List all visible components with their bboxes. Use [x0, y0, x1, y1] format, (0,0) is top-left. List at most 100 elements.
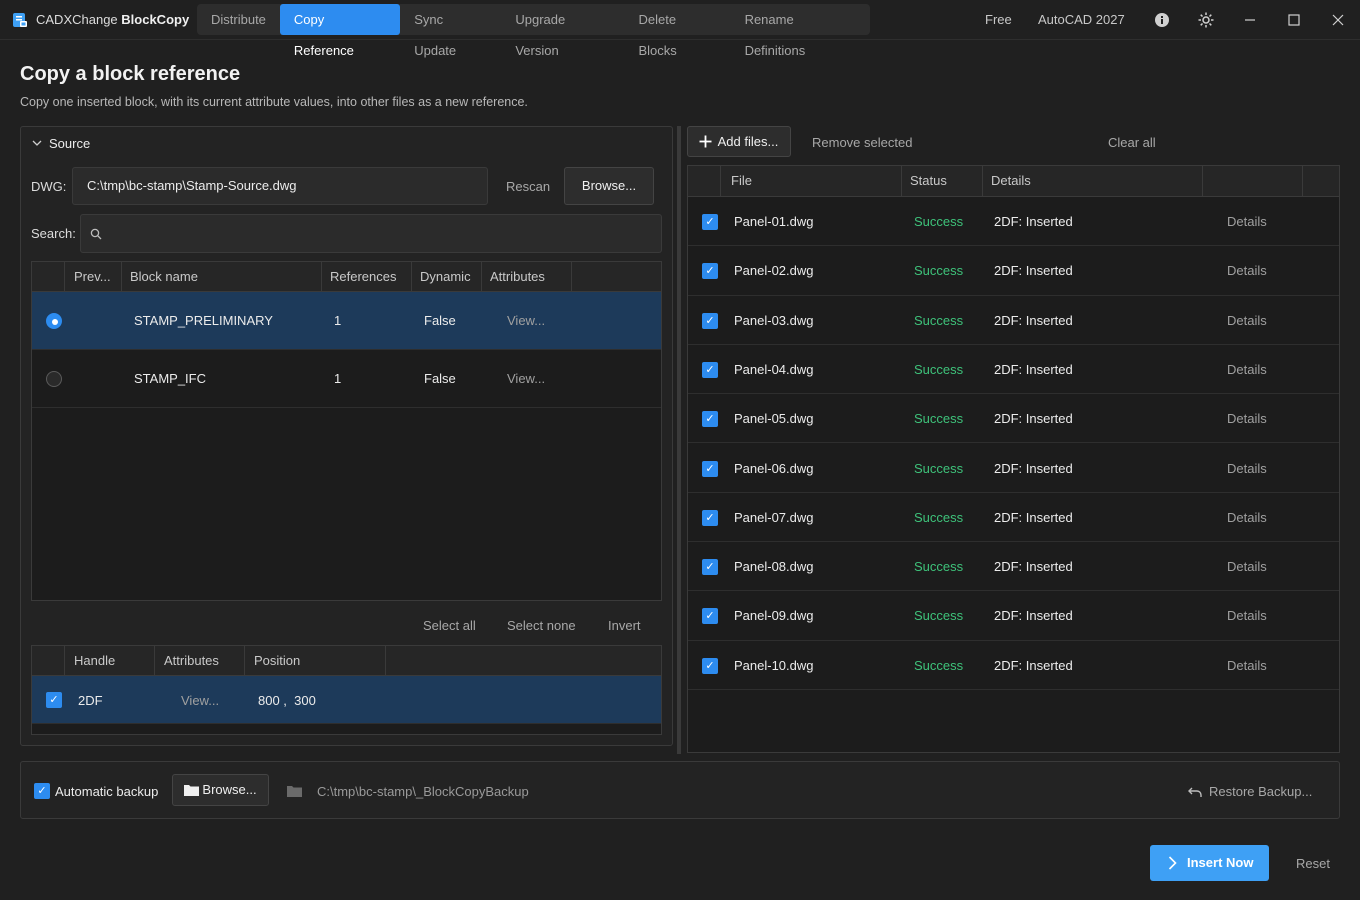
tab-distribute[interactable]: Distribute — [197, 4, 280, 35]
file-checkbox[interactable]: ✓ — [702, 608, 718, 625]
file-name: Panel-08.dwg — [734, 559, 814, 575]
block-attributes-link[interactable]: View... — [507, 313, 545, 328]
file-checkbox[interactable]: ✓ — [702, 460, 718, 477]
file-status: Success — [914, 608, 964, 624]
file-row[interactable]: ✓ Panel-05.dwg Success 2DF: Inserted Details — [688, 394, 1339, 444]
file-details-link[interactable]: Details — [1227, 313, 1267, 328]
file-details-link[interactable]: Details — [1227, 362, 1267, 377]
source-browse-button[interactable]: Browse... — [564, 167, 654, 205]
file-checkbox[interactable]: ✓ — [702, 263, 718, 280]
file-row[interactable]: ✓ Panel-03.dwg Success 2DF: Inserted Details — [688, 296, 1339, 345]
col-position[interactable]: Position — [254, 646, 300, 676]
block-row[interactable]: STAMP_IFC 1 False View... — [32, 350, 661, 408]
reference-checkbox[interactable]: ✓ — [46, 692, 62, 708]
col-details[interactable]: Details — [991, 166, 1031, 196]
dwg-path-field[interactable]: C:\tmp\bc-stamp\Stamp-Source.dwg — [72, 167, 488, 205]
file-checkbox[interactable]: ✓ — [702, 657, 718, 674]
tab-rename-definitions[interactable]: Rename Definitions — [731, 4, 870, 58]
maximize-icon[interactable] — [1284, 10, 1304, 30]
block-radio[interactable] — [46, 313, 62, 329]
file-row[interactable]: ✓ Panel-10.dwg Success 2DF: Inserted Details — [688, 641, 1339, 690]
reference-attributes-link[interactable]: View... — [181, 693, 219, 708]
references-grid: Handle Attributes Position ✓ 2DF View...… — [31, 645, 662, 735]
col-handle[interactable]: Handle — [74, 646, 115, 676]
file-status: Success — [914, 460, 964, 476]
file-row[interactable]: ✓ Panel-02.dwg Success 2DF: Inserted Details — [688, 246, 1339, 296]
automatic-backup-checkbox[interactable]: ✓ — [34, 783, 50, 799]
file-row[interactable]: ✓ Panel-08.dwg Success 2DF: Inserted Details — [688, 542, 1339, 592]
add-files-button[interactable]: Add files... — [687, 126, 791, 157]
blocks-grid-header: Prev... Block name References Dynamic At… — [32, 262, 661, 292]
theme-icon[interactable] — [1196, 10, 1216, 30]
file-row[interactable]: ✓ Panel-06.dwg Success 2DF: Inserted Details — [688, 444, 1339, 493]
col-status[interactable]: Status — [910, 166, 947, 196]
restore-backup-button[interactable]: Restore Backup... — [1188, 784, 1312, 799]
reset-button[interactable]: Reset — [1296, 856, 1330, 871]
file-name: Panel-05.dwg — [734, 411, 814, 427]
file-row[interactable]: ✓ Panel-04.dwg Success 2DF: Inserted Details — [688, 345, 1339, 395]
file-details: 2DF: Inserted — [994, 411, 1073, 427]
block-references: 1 — [334, 313, 342, 328]
file-details-link[interactable]: Details — [1227, 461, 1267, 476]
file-details-link[interactable]: Details — [1227, 214, 1267, 229]
file-row[interactable]: ✓ Panel-01.dwg Success 2DF: Inserted Details — [688, 197, 1339, 247]
source-section-label[interactable]: Source — [49, 136, 90, 151]
tab-upgrade-version[interactable]: Upgrade Version — [501, 4, 624, 58]
panel-splitter[interactable] — [677, 126, 681, 754]
file-details-link[interactable]: Details — [1227, 608, 1267, 623]
file-row[interactable]: ✓ Panel-09.dwg Success 2DF: Inserted Details — [688, 591, 1339, 641]
rescan-button[interactable]: Rescan — [506, 179, 550, 194]
col-block-name[interactable]: Block name — [130, 262, 198, 292]
col-preview[interactable]: Prev... — [74, 262, 111, 292]
col-file[interactable]: File — [731, 166, 752, 196]
col-attributes[interactable]: Attributes — [490, 262, 545, 292]
block-radio[interactable] — [46, 371, 62, 387]
file-status: Success — [914, 411, 964, 427]
chevron-down-icon[interactable] — [32, 136, 42, 151]
col-references[interactable]: References — [330, 262, 396, 292]
file-checkbox[interactable]: ✓ — [702, 509, 718, 526]
file-row[interactable]: ✓ Panel-07.dwg Success 2DF: Inserted Details — [688, 493, 1339, 543]
file-name: Panel-06.dwg — [734, 460, 814, 476]
col-ref-attributes[interactable]: Attributes — [164, 646, 219, 676]
insert-now-button[interactable]: Insert Now — [1150, 845, 1269, 881]
select-none-button[interactable]: Select none — [507, 618, 576, 633]
block-attributes-link[interactable]: View... — [507, 371, 545, 386]
block-row[interactable]: STAMP_PRELIMINARY 1 False View... — [32, 292, 661, 350]
file-details: 2DF: Inserted — [994, 361, 1073, 377]
product-label[interactable]: AutoCAD 2027 — [1038, 12, 1125, 27]
select-all-button[interactable]: Select all — [423, 618, 476, 633]
automatic-backup-label[interactable]: Automatic backup — [55, 784, 158, 799]
file-checkbox[interactable]: ✓ — [702, 214, 718, 230]
close-icon[interactable] — [1328, 10, 1348, 30]
page-title: Copy a block reference — [20, 63, 241, 85]
tab-sync-update[interactable]: Sync Update — [400, 4, 501, 58]
license-label[interactable]: Free — [985, 12, 1012, 27]
file-checkbox[interactable]: ✓ — [702, 411, 718, 428]
reference-row[interactable]: ✓ 2DF View... 800 , 300 — [32, 676, 661, 724]
file-details-link[interactable]: Details — [1227, 411, 1267, 426]
remove-selected-button[interactable]: Remove selected — [812, 135, 912, 150]
file-details: 2DF: Inserted — [994, 214, 1073, 229]
file-details: 2DF: Inserted — [994, 657, 1073, 673]
tab-delete-blocks[interactable]: Delete Blocks — [624, 4, 730, 58]
file-details: 2DF: Inserted — [994, 608, 1073, 624]
file-checkbox[interactable]: ✓ — [702, 312, 718, 329]
backup-browse-button[interactable]: Browse... — [172, 774, 269, 806]
invert-button[interactable]: Invert — [608, 618, 641, 633]
search-input[interactable] — [80, 214, 662, 253]
col-dynamic[interactable]: Dynamic — [420, 262, 471, 292]
folder-icon — [287, 786, 302, 797]
file-details-link[interactable]: Details — [1227, 510, 1267, 525]
file-checkbox[interactable]: ✓ — [702, 361, 718, 378]
minimize-icon[interactable] — [1240, 10, 1260, 30]
clear-all-button[interactable]: Clear all — [1108, 135, 1156, 150]
tab-copy-reference[interactable]: Copy Reference — [279, 4, 401, 58]
file-details: 2DF: Inserted — [994, 263, 1073, 279]
file-checkbox[interactable]: ✓ — [702, 559, 718, 576]
file-details-link[interactable]: Details — [1227, 559, 1267, 574]
file-details-link[interactable]: Details — [1227, 658, 1267, 673]
info-icon[interactable] — [1152, 10, 1172, 30]
file-status: Success — [914, 657, 964, 673]
file-details-link[interactable]: Details — [1227, 263, 1267, 278]
